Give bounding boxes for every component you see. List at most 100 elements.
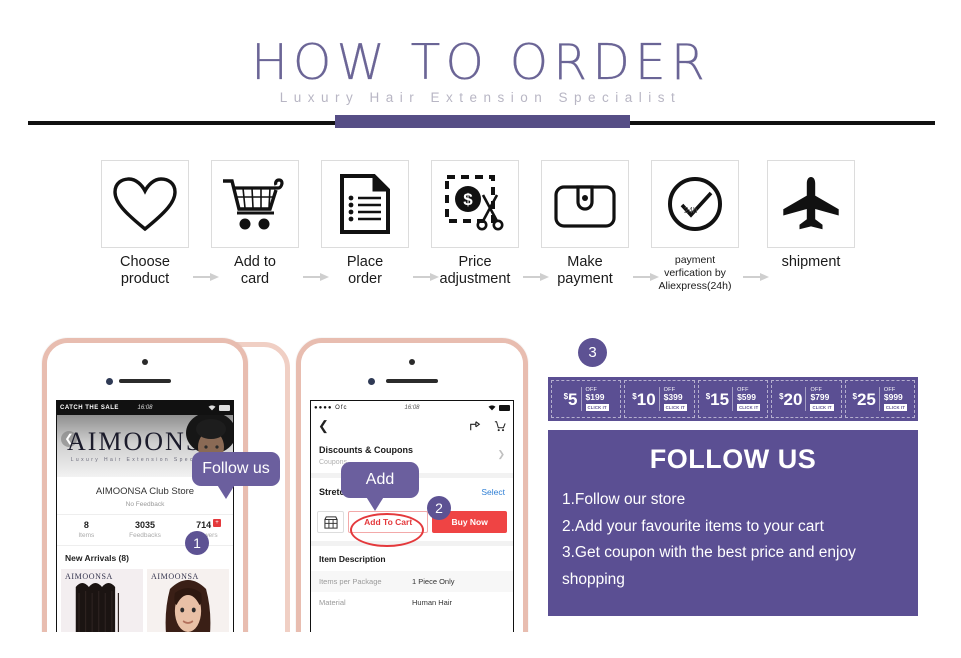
coupon-cta-button[interactable]: CLICK IT bbox=[737, 404, 761, 412]
product-thumb[interactable]: AIMOONSA bbox=[147, 569, 229, 641]
coupon-item[interactable]: $15 OFF $599 CLICK IT bbox=[697, 380, 769, 418]
store-icon[interactable] bbox=[317, 511, 344, 533]
list-item: 2.Add your favourite items to your cart bbox=[562, 517, 824, 535]
phone-sensor-dot bbox=[142, 359, 148, 365]
wifi-icon bbox=[488, 405, 496, 411]
phone-mockup-product: ●●●● Ofc 16:08 ❮ Discounts & Coupons Cou… bbox=[296, 338, 528, 658]
step-icon-box bbox=[767, 160, 855, 248]
phone-2-screen: ●●●● Ofc 16:08 ❮ Discounts & Coupons Cou… bbox=[310, 400, 514, 653]
step-badge-3: 3 bbox=[578, 338, 607, 367]
phone-1-screen: CATCH THE SALE 16:08 ❮ AIMOONSA Luxury H… bbox=[56, 400, 234, 653]
status-time: 16:08 bbox=[404, 405, 420, 411]
step-label: Price adjustment bbox=[439, 254, 511, 288]
phone-2-navbar: ❮ bbox=[311, 415, 513, 437]
select-link[interactable]: Select bbox=[481, 487, 505, 497]
step-label: payment verfication by Aliexpress(24h) bbox=[658, 254, 732, 292]
step-shipment: shipment bbox=[765, 160, 857, 271]
product-thumb[interactable]: AIMOONSA bbox=[61, 569, 143, 641]
battery-icon bbox=[219, 405, 230, 411]
step-add-to-cart: Add to card bbox=[209, 160, 301, 288]
phone-camera-icon bbox=[105, 378, 113, 385]
bubble-label: Follow us bbox=[202, 460, 270, 477]
list-item: 3.Get coupon with the best price and enj… bbox=[562, 544, 856, 562]
phone-2-statusbar: ●●●● Ofc 16:08 bbox=[311, 401, 513, 415]
coupon-item[interactable]: $5 OFF $199 CLICK IT bbox=[551, 380, 622, 418]
phone-1-statusbar: CATCH THE SALE 16:08 bbox=[57, 401, 233, 415]
stat-feedbacks: 3035 Feedbacks bbox=[129, 520, 161, 539]
clock-check-icon: 24h bbox=[668, 177, 722, 231]
product-action-buttons: Add To Cart Buy Now bbox=[311, 505, 513, 541]
add-to-cart-button[interactable]: Add To Cart bbox=[348, 511, 429, 533]
coupon-item[interactable]: $25 OFF $999 CLICK IT bbox=[844, 380, 916, 418]
item-description-title: Item Description bbox=[319, 554, 386, 564]
step-label: Make payment bbox=[557, 254, 613, 288]
step-badge-2: 2 bbox=[427, 496, 451, 520]
step-label: Place order bbox=[346, 254, 384, 288]
step-icon-box bbox=[211, 160, 299, 248]
list-item: 1.Follow our store bbox=[562, 491, 686, 508]
step-icon-box bbox=[321, 160, 409, 248]
price-cut-icon: $ bbox=[445, 175, 504, 231]
chevron-right-icon: ❯ bbox=[497, 449, 505, 459]
back-chevron-icon[interactable]: ❮ bbox=[318, 418, 329, 434]
phone-speaker bbox=[119, 379, 171, 383]
document-icon bbox=[340, 174, 390, 234]
follow-us-steps: 1.Follow our store 2.Add your favourite … bbox=[548, 475, 918, 594]
status-time: 16:08 bbox=[137, 405, 153, 411]
step-choose-product: Choose product bbox=[99, 160, 191, 288]
airplane-icon bbox=[783, 177, 839, 230]
step-icon-box bbox=[541, 160, 629, 248]
phone-camera-icon bbox=[367, 378, 375, 385]
carrier-label: CATCH THE SALE bbox=[60, 405, 119, 411]
step-label: Choose product bbox=[120, 254, 170, 288]
page-title: HOW TO ORDER bbox=[251, 34, 710, 91]
step-badge-1: 1 bbox=[185, 531, 209, 555]
description-row: Items per Package 1 Piece Only bbox=[311, 571, 513, 592]
bottom-spacer bbox=[0, 632, 961, 658]
coupon-cta-button[interactable]: CLICK IT bbox=[585, 404, 609, 412]
bubble-label: Add bbox=[365, 471, 395, 488]
page-header: HOW TO ORDER Luxury Hair Extension Speci… bbox=[0, 0, 961, 140]
share-icon[interactable] bbox=[469, 420, 481, 432]
cart-icon[interactable] bbox=[494, 420, 506, 432]
follow-us-bubble: Follow us bbox=[192, 452, 280, 499]
step-make-payment: Make payment bbox=[539, 160, 631, 288]
step-icon-box: 24h bbox=[651, 160, 739, 248]
header-accent-bar bbox=[335, 115, 630, 128]
store-feedback: No Feedback bbox=[125, 501, 165, 508]
coupon-cta-button[interactable]: CLICK IT bbox=[663, 404, 687, 412]
add-bubble: Add bbox=[341, 462, 419, 511]
cart-icon bbox=[223, 178, 284, 230]
coupon-item[interactable]: $10 OFF $399 CLICK IT bbox=[624, 380, 695, 418]
order-steps: Choose product Add to card Place order $… bbox=[0, 160, 961, 300]
description-row: Material Human Hair bbox=[319, 598, 453, 607]
follow-plus-badge[interactable]: + bbox=[213, 519, 222, 527]
coupon-cta-button[interactable]: CLICK IT bbox=[810, 404, 834, 412]
phone-sensor-dot bbox=[409, 359, 415, 365]
step-arrow-icon bbox=[743, 272, 769, 282]
svg-text:24h: 24h bbox=[684, 206, 697, 215]
step-label: shipment bbox=[781, 254, 841, 270]
coupon-bar: $5 OFF $199 CLICK IT $10 OFF $399 CLICK … bbox=[548, 377, 918, 421]
step-price-adjustment: $ Price adjustment bbox=[429, 160, 521, 288]
list-item: shopping bbox=[562, 570, 625, 588]
product-thumbnails: AIMOONSA AIMOONSA bbox=[57, 569, 233, 641]
step-place-order: Place order bbox=[319, 160, 411, 288]
coupon-cta-button[interactable]: CLICK IT bbox=[883, 404, 908, 412]
wifi-icon bbox=[208, 405, 216, 411]
svg-text:$: $ bbox=[463, 190, 473, 209]
carrier-label: ●●●● Ofc bbox=[314, 405, 348, 411]
coupon-item[interactable]: $20 OFF $799 CLICK IT bbox=[771, 380, 842, 418]
wallet-icon bbox=[554, 185, 616, 228]
phone-speaker bbox=[386, 379, 438, 383]
follow-us-panel: FOLLOW US 1.Follow our store 2.Add your … bbox=[548, 430, 918, 616]
battery-icon bbox=[499, 405, 510, 411]
step-icon-box: $ bbox=[431, 160, 519, 248]
heart-icon bbox=[113, 177, 177, 232]
follow-us-title: FOLLOW US bbox=[649, 444, 817, 474]
page-subtitle: Luxury Hair Extension Specialist bbox=[279, 90, 682, 105]
step-label: Add to card bbox=[234, 254, 276, 288]
step-icon-box bbox=[101, 160, 189, 248]
step-payment-verification: 24h payment verfication by Aliexpress(24… bbox=[649, 160, 741, 292]
stat-items: 8 Items bbox=[78, 520, 95, 539]
